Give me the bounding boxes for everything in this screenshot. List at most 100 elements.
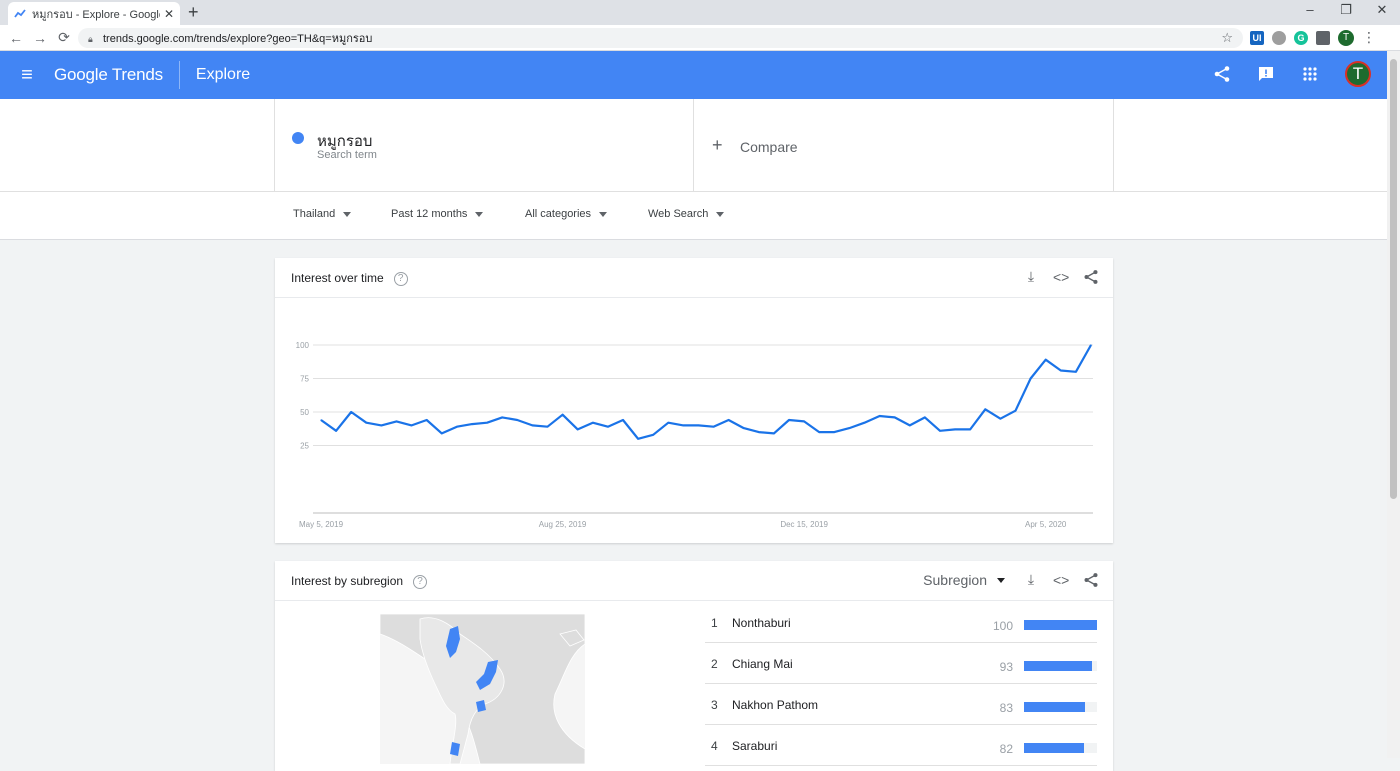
- data-point[interactable]: [712, 426, 715, 428]
- close-window-button[interactable]: ✕: [1364, 2, 1400, 18]
- data-point[interactable]: [667, 422, 669, 424]
- apps-grid-icon[interactable]: [1301, 65, 1319, 83]
- data-point[interactable]: [1014, 410, 1017, 412]
- thailand-region-map[interactable]: [380, 614, 585, 764]
- search-type-filter-label: Web Search: [648, 208, 709, 220]
- data-point[interactable]: [743, 427, 745, 429]
- scrollbar-thumb[interactable]: [1390, 59, 1397, 499]
- data-point[interactable]: [773, 432, 775, 435]
- data-point[interactable]: [1030, 377, 1032, 380]
- data-point[interactable]: [471, 423, 473, 425]
- subregion-row[interactable]: 1 Nonthaburi 100: [705, 602, 1097, 643]
- data-point[interactable]: [531, 424, 533, 426]
- data-point[interactable]: [818, 431, 820, 433]
- data-point[interactable]: [999, 418, 1002, 420]
- forward-arrow-icon[interactable]: →: [28, 30, 52, 46]
- embed-code-icon[interactable]: <>: [1053, 572, 1069, 588]
- data-point[interactable]: [833, 431, 835, 433]
- data-point[interactable]: [441, 432, 443, 435]
- data-point[interactable]: [607, 426, 609, 428]
- minimize-button[interactable]: –: [1292, 2, 1328, 18]
- data-point[interactable]: [622, 419, 624, 421]
- ui-extension-icon[interactable]: UI: [1250, 30, 1264, 45]
- cloud-extension-icon[interactable]: [1272, 30, 1286, 45]
- data-point[interactable]: [1090, 344, 1092, 346]
- data-point[interactable]: [501, 416, 503, 418]
- google-trends-logo[interactable]: Google Trends: [54, 65, 163, 85]
- category-filter[interactable]: All categories: [525, 208, 608, 220]
- data-point[interactable]: [426, 419, 428, 421]
- data-point[interactable]: [848, 427, 851, 429]
- help-icon[interactable]: ?: [413, 574, 428, 589]
- data-point[interactable]: [879, 415, 881, 417]
- subregion-row[interactable]: 2 Chiang Mai 93: [705, 643, 1097, 684]
- data-point[interactable]: [894, 416, 896, 418]
- browser-profile-avatar[interactable]: T: [1338, 29, 1354, 46]
- share-icon[interactable]: [1083, 572, 1099, 588]
- data-point[interactable]: [380, 424, 382, 426]
- interest-over-time-chart[interactable]: 100 75 50 25 May 5, 2019 Aug 25, 2019 Dec 15, …: [275, 298, 1113, 542]
- back-arrow-icon[interactable]: ←: [4, 30, 28, 46]
- region-filter[interactable]: Thailand: [293, 208, 352, 220]
- data-point[interactable]: [954, 428, 956, 431]
- hamburger-menu-icon[interactable]: ≡: [0, 64, 54, 87]
- compare-card[interactable]: + Compare: [694, 99, 1114, 191]
- new-tab-button[interactable]: +: [188, 2, 199, 23]
- data-point[interactable]: [410, 424, 413, 426]
- data-point[interactable]: [486, 422, 488, 424]
- share-icon[interactable]: [1083, 269, 1099, 285]
- download-icon[interactable]: ⤓: [1023, 571, 1039, 588]
- data-point[interactable]: [546, 426, 549, 428]
- subregion-selector[interactable]: Subregion: [923, 572, 1005, 588]
- data-point[interactable]: [350, 411, 352, 413]
- data-point[interactable]: [803, 420, 805, 422]
- account-avatar[interactable]: T: [1345, 61, 1371, 87]
- data-point[interactable]: [637, 438, 639, 440]
- reload-icon[interactable]: ⟳: [52, 29, 76, 46]
- shield-extension-icon[interactable]: [1316, 30, 1330, 45]
- grammarly-extension-icon[interactable]: G: [1294, 30, 1308, 45]
- data-point[interactable]: [592, 422, 594, 424]
- data-point[interactable]: [984, 408, 986, 410]
- data-point[interactable]: [320, 419, 322, 421]
- bookmark-star-icon[interactable]: ☆: [1221, 30, 1233, 46]
- data-point[interactable]: [577, 428, 579, 431]
- embed-code-icon[interactable]: <>: [1053, 269, 1069, 285]
- maximize-button[interactable]: ❐: [1328, 2, 1364, 18]
- search-term-card[interactable]: หมูกรอบ Search term: [274, 99, 694, 191]
- data-point[interactable]: [365, 422, 367, 424]
- search-type-filter[interactable]: Web Search: [648, 208, 725, 220]
- period-filter[interactable]: Past 12 months: [391, 208, 484, 220]
- tab-close-icon[interactable]: ✕: [164, 7, 174, 21]
- data-point[interactable]: [335, 430, 337, 432]
- data-point[interactable]: [1045, 359, 1047, 361]
- browser-tab[interactable]: หมูกรอบ - Explore - Google Trend ✕: [8, 2, 180, 25]
- data-point[interactable]: [863, 422, 866, 424]
- data-point[interactable]: [939, 430, 941, 432]
- feedback-icon[interactable]: [1257, 65, 1275, 83]
- series-line[interactable]: [320, 344, 1092, 440]
- help-icon[interactable]: ?: [393, 271, 408, 286]
- data-point[interactable]: [909, 424, 911, 426]
- download-icon[interactable]: ⤓: [1023, 268, 1039, 285]
- data-point[interactable]: [395, 420, 398, 422]
- data-point[interactable]: [969, 428, 971, 431]
- browser-menu-icon[interactable]: ⋮: [1362, 29, 1376, 46]
- data-point[interactable]: [561, 414, 564, 416]
- data-point[interactable]: [697, 424, 700, 426]
- address-bar[interactable]: 🔒︎ trends.google.com/trends/explore?geo=…: [78, 28, 1243, 48]
- data-point[interactable]: [456, 426, 458, 428]
- subregion-row[interactable]: 4 Saraburi 82: [705, 725, 1097, 766]
- data-point[interactable]: [728, 419, 730, 421]
- data-point[interactable]: [1075, 371, 1077, 373]
- data-point[interactable]: [682, 424, 684, 426]
- page-scrollbar[interactable]: [1387, 51, 1400, 758]
- data-point[interactable]: [758, 431, 760, 433]
- share-icon[interactable]: [1213, 65, 1231, 83]
- data-point[interactable]: [516, 419, 518, 421]
- subregion-row[interactable]: 3 Nakhon Pathom 83: [705, 684, 1097, 725]
- data-point[interactable]: [924, 416, 926, 418]
- data-point[interactable]: [788, 419, 790, 421]
- data-point[interactable]: [1060, 369, 1062, 372]
- data-point[interactable]: [652, 434, 654, 436]
